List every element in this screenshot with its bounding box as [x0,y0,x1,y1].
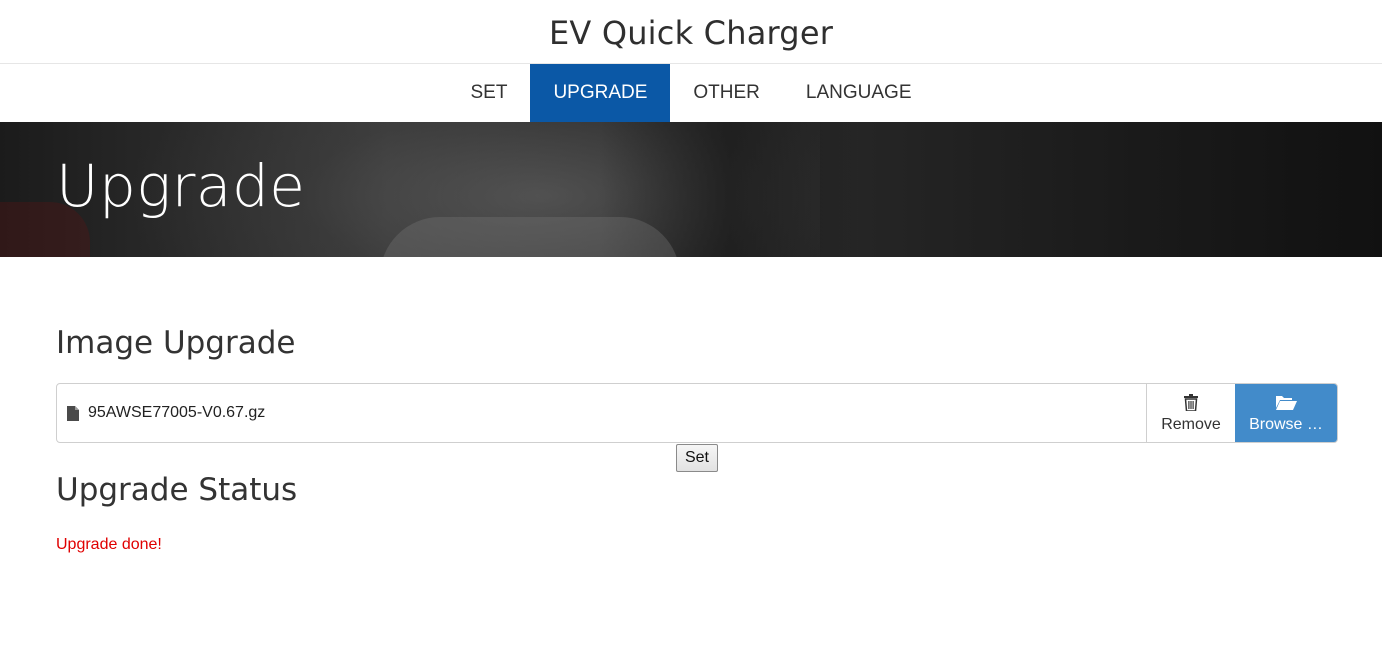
site-header: EV Quick Charger [0,0,1382,64]
upgrade-status-section: Upgrade Status Upgrade done! [56,472,1338,554]
hero-background-detail [380,217,680,257]
main-content: Image Upgrade 95AWSE77005-V0.67.gz Remov… [0,257,1382,554]
page-title: Upgrade [56,152,306,220]
nav-item-other[interactable]: OTHER [670,64,783,122]
file-icon [67,405,79,421]
nav-item-language[interactable]: LANGUAGE [783,64,935,122]
nav-item-upgrade[interactable]: UPGRADE [530,64,671,122]
set-button[interactable]: Set [675,444,718,472]
image-upgrade-title: Image Upgrade [56,325,296,361]
set-button-wrap: Set [56,444,1338,474]
status-message: Upgrade done! [56,536,162,553]
image-upgrade-section: Image Upgrade 95AWSE77005-V0.67.gz Remov… [56,257,1338,474]
trash-icon [1184,392,1198,412]
remove-button[interactable]: Remove [1146,384,1235,442]
browse-button[interactable]: Browse … [1235,384,1337,442]
remove-label: Remove [1161,416,1221,433]
browse-label: Browse … [1249,416,1323,433]
file-input-group: 95AWSE77005-V0.67.gz Remove Browse … [56,383,1338,443]
nav-item-set[interactable]: SET [447,64,530,122]
main-nav: SET UPGRADE OTHER LANGUAGE [0,64,1382,122]
file-name: 95AWSE77005-V0.67.gz [88,404,266,421]
upgrade-status-title: Upgrade Status [56,472,298,508]
folder-open-icon [1275,392,1297,412]
file-name-display[interactable]: 95AWSE77005-V0.67.gz [57,384,1146,442]
site-title: EV Quick Charger [548,13,834,52]
hero-banner: Upgrade [0,122,1382,257]
